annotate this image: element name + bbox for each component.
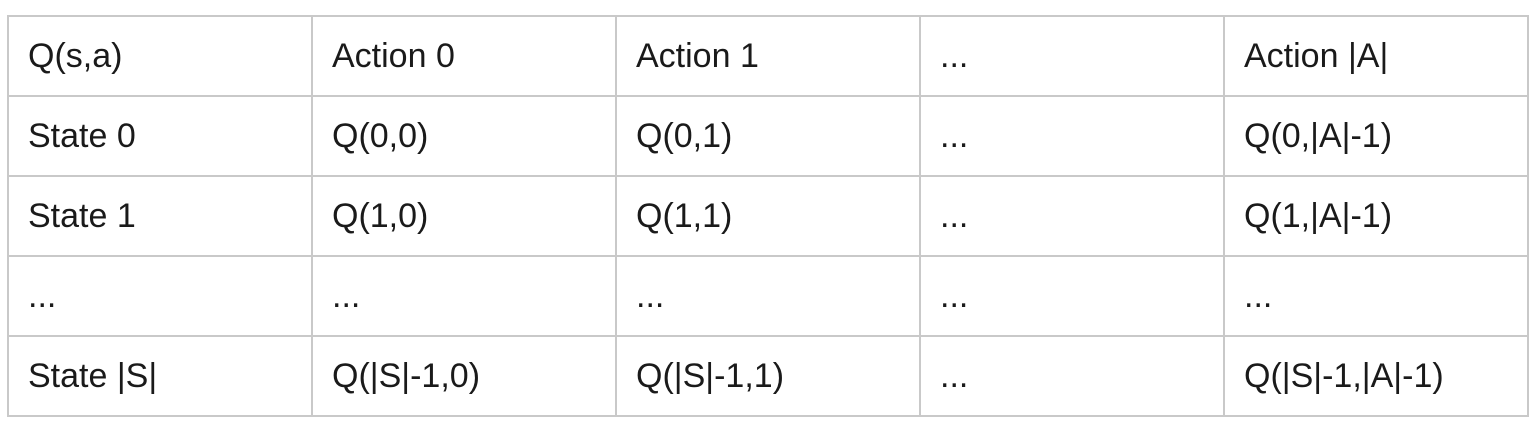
table-cell: Q(1,0) [311, 175, 617, 257]
table-cell: Q(0,|A|-1) [1223, 95, 1529, 177]
header-cell: Action 0 [311, 15, 617, 97]
header-cell: ... [919, 15, 1225, 97]
table-cell: ... [919, 335, 1225, 417]
table-cell: ... [311, 255, 617, 337]
header-cell: Q(s,a) [7, 15, 313, 97]
table-cell: Q(|S|-1,0) [311, 335, 617, 417]
table-cell: Q(|S|-1,1) [615, 335, 921, 417]
table-cell: ... [615, 255, 921, 337]
header-cell: Action |A| [1223, 15, 1529, 97]
header-cell: Action 1 [615, 15, 921, 97]
table-row: State |S| Q(|S|-1,0) Q(|S|-1,1) ... Q(|S… [7, 335, 1529, 417]
table-cell: ... [1223, 255, 1529, 337]
table-header-row: Q(s,a) Action 0 Action 1 ... Action |A| [7, 15, 1529, 97]
table-cell: ... [919, 175, 1225, 257]
table-cell: Q(|S|-1,|A|-1) [1223, 335, 1529, 417]
table-cell: Q(0,0) [311, 95, 617, 177]
table-row: ... ... ... ... ... [7, 255, 1529, 337]
table-row: State 0 Q(0,0) Q(0,1) ... Q(0,|A|-1) [7, 95, 1529, 177]
row-label-cell: ... [7, 255, 313, 337]
q-table: Q(s,a) Action 0 Action 1 ... Action |A| … [7, 15, 1529, 417]
row-label-cell: State 0 [7, 95, 313, 177]
table-cell: ... [919, 255, 1225, 337]
row-label-cell: State 1 [7, 175, 313, 257]
table-cell: Q(0,1) [615, 95, 921, 177]
table-cell: Q(1,|A|-1) [1223, 175, 1529, 257]
table-cell: ... [919, 95, 1225, 177]
table-row: State 1 Q(1,0) Q(1,1) ... Q(1,|A|-1) [7, 175, 1529, 257]
table-cell: Q(1,1) [615, 175, 921, 257]
row-label-cell: State |S| [7, 335, 313, 417]
